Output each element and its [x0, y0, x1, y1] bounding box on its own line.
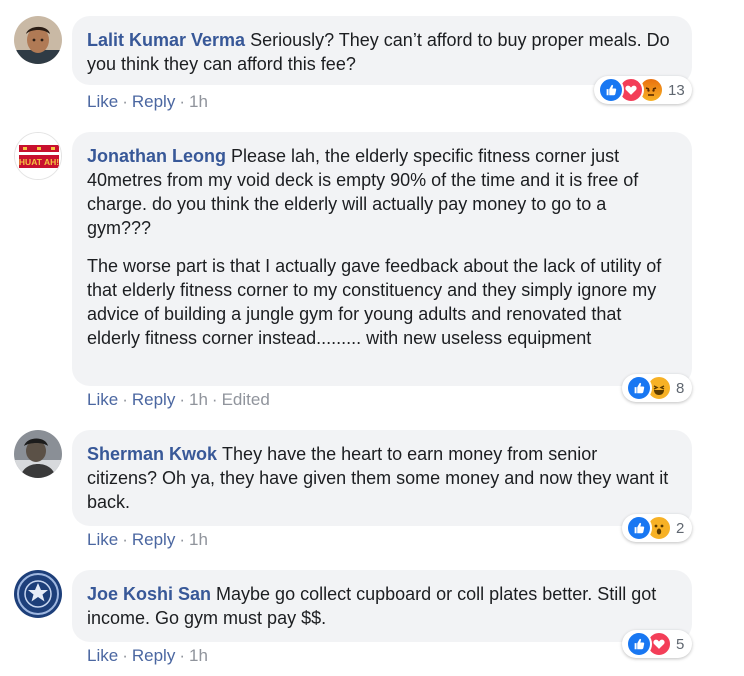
- like-button[interactable]: Like: [87, 390, 118, 409]
- reaction-count: 5: [676, 635, 685, 653]
- comment-actions: Like · Reply · 1h: [87, 530, 208, 549]
- svg-text:HUAT AH!: HUAT AH!: [19, 157, 59, 167]
- comment-author[interactable]: Joe Koshi San: [87, 584, 211, 604]
- like-icon: [598, 77, 624, 103]
- reaction-count: 2: [676, 519, 685, 537]
- reaction-summary[interactable]: 8: [622, 374, 692, 402]
- reaction-summary[interactable]: 13: [594, 76, 692, 104]
- comment-bubble: Lalit Kumar Verma Seriously? They can’t a…: [72, 16, 692, 85]
- reply-button[interactable]: Reply: [132, 92, 175, 111]
- comment-actions: Like · Reply · 1h: [87, 92, 208, 111]
- like-icon: [626, 375, 652, 401]
- avatar[interactable]: [14, 16, 62, 64]
- comment-bubble: Joe Koshi San Maybe go collect cupboard o…: [72, 570, 692, 642]
- reply-button[interactable]: Reply: [132, 646, 175, 665]
- timestamp[interactable]: 1h: [189, 390, 208, 409]
- timestamp[interactable]: 1h: [189, 646, 208, 665]
- reply-button[interactable]: Reply: [132, 390, 175, 409]
- reaction-count: 8: [676, 379, 685, 397]
- like-icon: [626, 631, 652, 657]
- like-button[interactable]: Like: [87, 646, 118, 665]
- comment-actions: Like · Reply · 1h: [87, 646, 208, 665]
- like-icon: [626, 515, 652, 541]
- user-photo-icon: [14, 430, 62, 478]
- reaction-summary[interactable]: 5: [622, 630, 692, 658]
- comment-author[interactable]: Lalit Kumar Verma: [87, 30, 245, 50]
- avatar[interactable]: [14, 430, 62, 478]
- reply-button[interactable]: Reply: [132, 530, 175, 549]
- comment-bubble: Sherman Kwok They have the heart to earn …: [72, 430, 692, 526]
- reaction-summary[interactable]: 2: [622, 514, 692, 542]
- reaction-count: 13: [668, 81, 685, 99]
- like-button[interactable]: Like: [87, 530, 118, 549]
- avatar[interactable]: [14, 570, 62, 618]
- edited-label[interactable]: Edited: [222, 390, 270, 409]
- comment-text: The worse part is that I actually gave f…: [87, 256, 662, 348]
- timestamp[interactable]: 1h: [189, 92, 208, 111]
- comment-bubble: Jonathan Leong Please lah, the elderly sp…: [72, 132, 692, 386]
- user-photo-icon: [14, 16, 62, 64]
- emblem-avatar-icon: [14, 570, 62, 618]
- comment-actions: Like · Reply · 1h · Edited: [87, 390, 270, 409]
- comment-author[interactable]: Sherman Kwok: [87, 444, 217, 464]
- avatar[interactable]: HUAT AH!: [14, 132, 62, 180]
- huat-ah-logo-icon: HUAT AH!: [15, 133, 61, 179]
- comment-author[interactable]: Jonathan Leong: [87, 146, 226, 166]
- timestamp[interactable]: 1h: [189, 530, 208, 549]
- like-button[interactable]: Like: [87, 92, 118, 111]
